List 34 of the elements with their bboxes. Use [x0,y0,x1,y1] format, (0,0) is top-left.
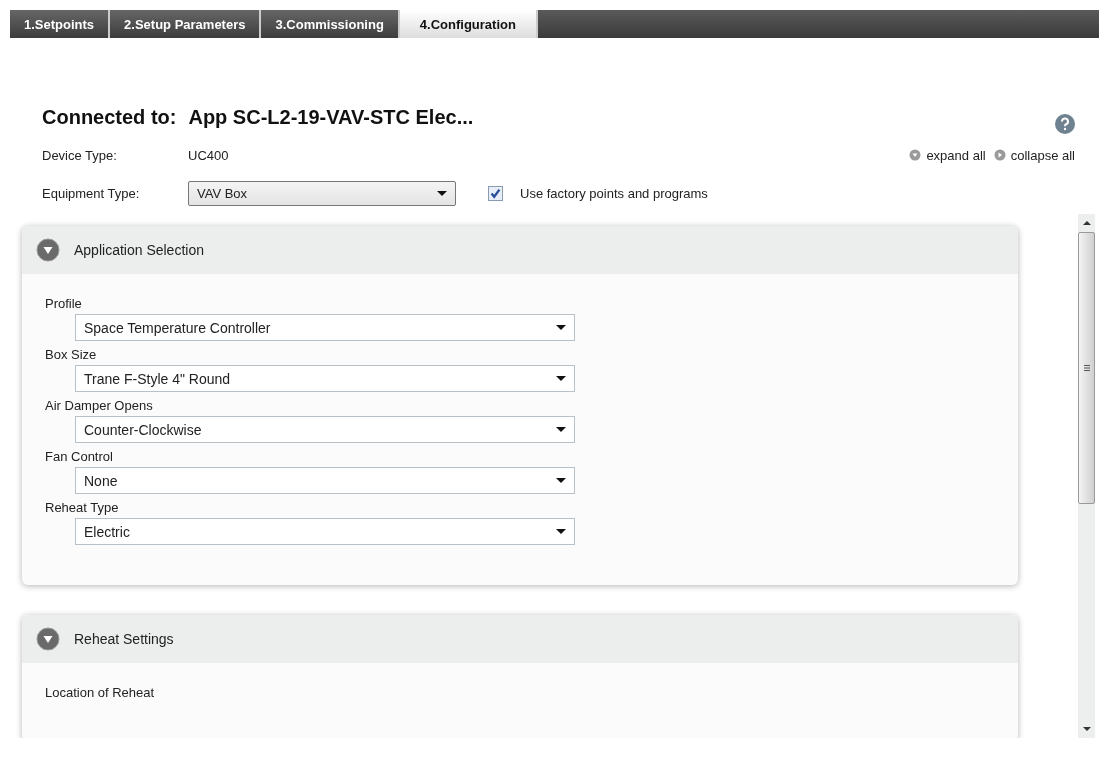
circle-icon [909,149,922,161]
circle-icon [993,149,1006,161]
field-label: Location of Reheat [45,683,156,702]
section-title: Application Selection [74,242,204,258]
toggle-icon[interactable] [36,627,60,651]
toggle-icon[interactable] [36,238,60,262]
equipment-type-dropdown[interactable]: VAV Box [188,180,456,206]
tab[interactable]: 4.Configuration [399,10,538,38]
expand-all-button[interactable]: expand all [901,147,986,163]
scrollbar[interactable] [1078,214,1095,738]
tab[interactable]: 2.Setup Parameters [110,10,262,38]
dropdown[interactable]: None [75,467,575,494]
device-type-value: UC400 [188,147,229,163]
field-label: Box Size [45,345,98,364]
field-label: Air Damper Opens [45,396,154,415]
field-label: Equipment Type: [42,185,141,201]
field-label: Profile [45,294,83,313]
tab[interactable]: 3.Commissioning [261,10,400,38]
connected-label: Connected to: [42,105,177,129]
device-name: App SC-L2-19-VAV-STC Elec... [188,105,474,129]
field-label: Fan Control [45,447,114,466]
dropdown[interactable]: Space Temperature Controller [75,314,575,341]
dropdown[interactable]: Electric [75,518,575,545]
checkbox[interactable] [488,185,503,201]
field-label: Reheat Type [45,498,120,517]
tab[interactable]: 1.Setpoints [10,10,111,38]
grip-icon [1082,364,1091,372]
collapse-all-button[interactable]: collapse all [985,147,1075,163]
field-label: Device Type: [42,147,118,163]
checkbox-label: Use factory points and programs [520,185,708,201]
help-icon[interactable] [1055,114,1075,134]
dropdown[interactable]: Counter-Clockwise [75,416,575,443]
section-title: Reheat Settings [74,631,174,647]
dropdown[interactable]: Trane F-Style 4" Round [75,365,575,392]
